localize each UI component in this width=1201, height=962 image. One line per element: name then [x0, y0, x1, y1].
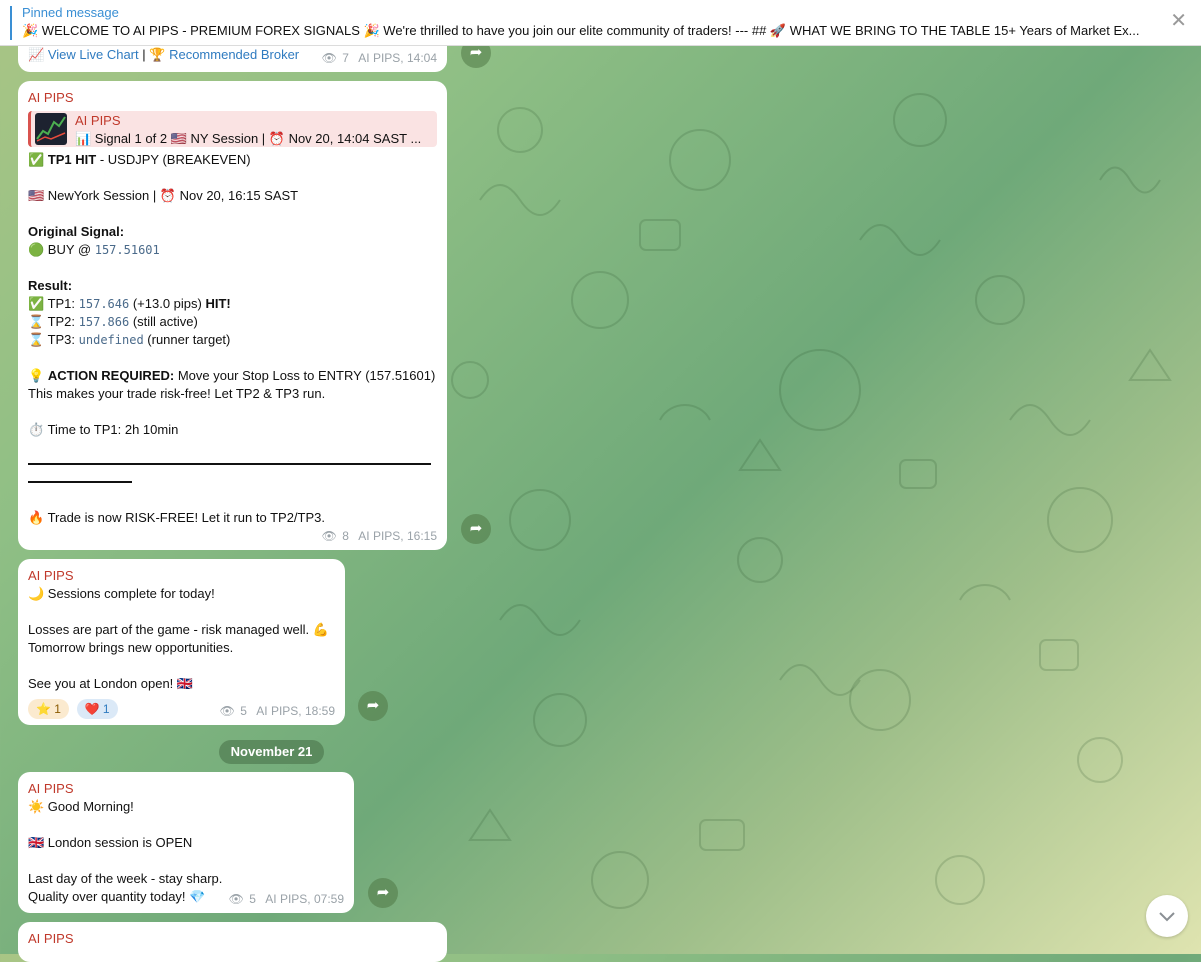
message-meta: 👁 8 AI PIPS, 16:15: [322, 527, 437, 545]
view-count: 8: [342, 529, 349, 543]
tp1-label: ✅ TP1:: [28, 296, 79, 311]
message-line: 🌙 Sessions complete for today!: [28, 586, 215, 601]
message-bubble: AI PIPS 🌙 Sessions complete for today! L…: [18, 559, 345, 725]
reply-quote[interactable]: AI PIPS 📊 Signal 1 of 2 🇺🇸 NY Session | …: [28, 111, 437, 147]
forward-icon[interactable]: ➦: [358, 691, 388, 721]
tp1-hit-flag: HIT!: [205, 296, 231, 311]
reaction-heart[interactable]: ❤️ 1: [76, 699, 118, 719]
tp2-status: (still active): [129, 314, 198, 329]
result-label: Result:: [28, 278, 73, 293]
eye-icon: 👁: [321, 51, 337, 65]
pinned-message-bar[interactable]: Pinned message 🎉 WELCOME TO AI PIPS - PR…: [0, 0, 1201, 46]
pinned-text: 🎉 WELCOME TO AI PIPS - PREMIUM FOREX SIG…: [22, 23, 1140, 38]
link-separator: |: [142, 47, 146, 62]
pinned-accent-bar: [10, 6, 12, 40]
reaction-star[interactable]: ⭐ 1: [28, 699, 69, 719]
action-text: Move your Stop Loss to ENTRY (157.51601): [174, 368, 436, 383]
chevron-down-icon[interactable]: [1146, 895, 1188, 937]
check-icon: ✅: [28, 152, 45, 167]
message-line: ☀️ Good Morning!: [28, 799, 134, 814]
message-line: Losses are part of the game - risk manag…: [28, 622, 329, 637]
message-bubble: AI PIPS: [18, 922, 447, 962]
sender-name: AI PIPS: [28, 931, 74, 946]
tp3-value[interactable]: undefined: [79, 333, 144, 347]
message-bubble: AI PIPS AI PIPS 📊 Signal 1 of 2 🇺🇸 NY Se…: [18, 81, 447, 550]
buy-label: 🟢 BUY @: [28, 242, 95, 257]
eye-icon: 👁: [219, 704, 235, 718]
tp1-hit-line: ✅ TP1 HIT - USDJPY (BREAKEVEN): [28, 151, 437, 169]
close-icon[interactable]: ✕: [1170, 11, 1187, 31]
final-line: 🔥 Trade is now RISK-FREE! Let it run to …: [28, 510, 326, 525]
tp3-label: ⌛ TP3:: [28, 332, 79, 347]
trophy-icon: 🏆: [149, 47, 166, 62]
sender-name: AI PIPS: [28, 90, 74, 105]
message-line: See you at London open! 🇬🇧: [28, 676, 194, 691]
original-signal-label: Original Signal:: [28, 224, 125, 239]
pinned-title: Pinned message: [22, 5, 119, 20]
reply-thumbnail: [35, 113, 67, 145]
view-count: 5: [249, 892, 256, 906]
tp2-label: ⌛ TP2:: [28, 314, 79, 329]
tp2-value[interactable]: 157.866: [79, 315, 130, 329]
message-time: AI PIPS, 18:59: [256, 704, 335, 718]
tp1-hit-label: TP1 HIT: [47, 152, 97, 167]
sender-name: AI PIPS: [28, 781, 74, 796]
reply-text: 📊 Signal 1 of 2 🇺🇸 NY Session | ⏰ Nov 20…: [75, 131, 422, 146]
eye-icon: 👁: [321, 529, 337, 543]
message-time: AI PIPS, 16:15: [358, 529, 437, 543]
recommended-broker-link[interactable]: Recommended Broker: [169, 47, 299, 62]
message-meta: 👁 5 AI PIPS, 07:59: [229, 890, 344, 908]
divider-line: [28, 463, 431, 465]
session-line: 🇺🇸 NewYork Session | ⏰ Nov 20, 16:15 SAS…: [28, 188, 299, 203]
message-time: AI PIPS, 14:04: [358, 51, 437, 65]
action-line: 💡 ACTION REQUIRED: Move your Stop Loss t…: [28, 367, 437, 385]
tp3-status: (runner target): [143, 332, 231, 347]
tp1-pips: (+13.0 pips): [129, 296, 206, 311]
message-line: 🇬🇧 London session is OPEN: [28, 835, 193, 850]
view-count: 7: [342, 51, 349, 65]
buy-price[interactable]: 157.51601: [95, 243, 160, 257]
forward-icon[interactable]: ➦: [368, 878, 398, 908]
message-line: Tomorrow brings new opportunities.: [28, 640, 234, 655]
eye-icon: 👁: [228, 892, 244, 906]
bulb-icon: 💡: [28, 368, 45, 383]
message-meta: 👁 5 AI PIPS, 18:59: [220, 702, 335, 720]
date-divider: November 21: [219, 740, 324, 764]
sender-name: AI PIPS: [28, 568, 74, 583]
risk-free-line: This makes your trade risk-free! Let TP2…: [28, 386, 326, 401]
tp3-line: ⌛ TP3: undefined (runner target): [28, 331, 437, 349]
reply-sender: AI PIPS: [75, 113, 121, 128]
view-live-chart-link[interactable]: View Live Chart: [48, 47, 139, 62]
tp1-value[interactable]: 157.646: [79, 297, 130, 311]
time-to-tp1: ⏱️ Time to TP1: 2h 10min: [28, 422, 179, 437]
tp1-line: ✅ TP1: 157.646 (+13.0 pips) HIT!: [28, 295, 437, 313]
message-bubble: AI PIPS ☀️ Good Morning! 🇬🇧 London sessi…: [18, 772, 354, 913]
tp1-hit-pair: - USDJPY (BREAKEVEN): [96, 152, 251, 167]
message-meta: 👁 7 AI PIPS, 14:04: [322, 49, 437, 67]
tp2-line: ⌛ TP2: 157.866 (still active): [28, 313, 437, 331]
forward-icon[interactable]: ➦: [461, 514, 491, 544]
message-time: AI PIPS, 07:59: [265, 892, 344, 906]
message-line: Last day of the week - stay sharp.: [28, 871, 223, 886]
action-label: ACTION REQUIRED:: [47, 368, 175, 383]
chart-icon: 📈: [28, 47, 45, 62]
buy-line: 🟢 BUY @ 157.51601: [28, 241, 437, 259]
view-count: 5: [240, 704, 247, 718]
